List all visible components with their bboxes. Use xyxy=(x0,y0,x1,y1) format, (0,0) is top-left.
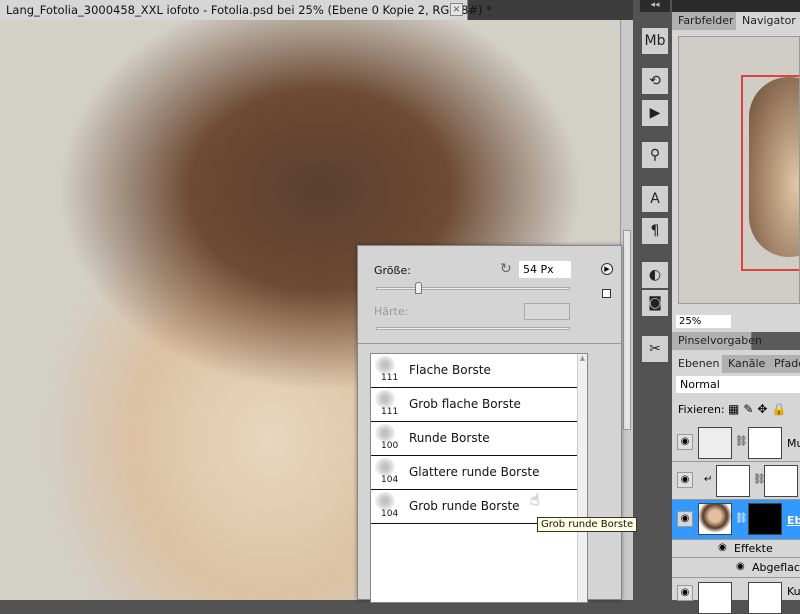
lock-icons[interactable]: ▦✎✥🔒 xyxy=(728,402,790,416)
tab-navigator[interactable]: Navigator xyxy=(736,12,800,30)
brush-list-item[interactable]: 100 Runde Borste xyxy=(371,422,577,456)
effect-item-row[interactable]: ◉ Abgeflacht xyxy=(672,558,800,578)
size-slider-handle[interactable] xyxy=(414,282,422,294)
brush-name: Grob flache Borste xyxy=(409,397,521,411)
hardness-input xyxy=(524,303,570,320)
brush-tip-icon xyxy=(375,390,395,408)
divider xyxy=(358,343,623,344)
document-tab[interactable]: Lang_Fotolia_3000458_XXL iofoto - Fotoli… xyxy=(0,0,492,20)
eye-icon[interactable]: ◉ xyxy=(677,585,693,601)
levels-thumbnail xyxy=(716,465,750,497)
size-slider[interactable] xyxy=(376,287,570,290)
actions-play-icon[interactable]: ▶ xyxy=(642,100,668,126)
brush-tip-icon xyxy=(375,492,395,510)
layer-thumbnail xyxy=(698,503,732,535)
layer-name: Mu xyxy=(787,437,800,450)
brush-list-scrollbar[interactable]: ▲ xyxy=(577,354,587,602)
view-frame[interactable] xyxy=(741,75,799,271)
eye-icon[interactable]: ◉ xyxy=(718,542,727,553)
blend-mode-select[interactable]: Normal xyxy=(676,376,800,393)
masks-icon[interactable]: ◙ xyxy=(642,290,668,316)
brush-presets-tabs: Pinselvorgaben xyxy=(672,332,800,350)
brush-size: 104 xyxy=(381,509,399,519)
brush-presets-icon[interactable]: ⚲ xyxy=(642,142,668,168)
brush-tip-icon xyxy=(375,458,395,476)
hardness-slider xyxy=(376,327,570,330)
eye-icon[interactable]: ◉ xyxy=(677,434,693,450)
panel-top-bar xyxy=(672,0,800,12)
layer-name: Eb xyxy=(787,514,800,527)
brush-list-item[interactable]: 111 Grob flache Borste xyxy=(371,388,577,422)
link-icon[interactable]: ⛓ xyxy=(735,513,748,524)
effects-row[interactable]: ◉ Effekte xyxy=(672,540,800,558)
collapse-icon[interactable]: ◂◂ xyxy=(640,0,670,12)
brush-size: 111 xyxy=(381,373,399,383)
hand-cursor-icon: ☝ xyxy=(530,490,540,509)
brush-size: 104 xyxy=(381,475,399,485)
layer-row[interactable]: ◉ ⛓ Mu xyxy=(672,424,800,462)
eye-icon[interactable]: ◉ xyxy=(736,561,745,572)
eye-icon[interactable]: ◉ xyxy=(677,511,693,527)
tooltip: Grob runde Borste xyxy=(537,517,638,532)
tab-ebenen[interactable]: Ebenen xyxy=(672,355,727,373)
history-icon[interactable]: ⟲ xyxy=(642,68,668,94)
brush-list-item[interactable]: 111 Flache Borste xyxy=(371,354,577,388)
brush-size: 111 xyxy=(381,407,399,417)
lock-label: Fixieren: xyxy=(678,403,725,416)
layer-thumbnail xyxy=(698,427,732,459)
tab-pinselvorgaben[interactable]: Pinselvorgaben xyxy=(672,332,762,350)
navigator-preview[interactable] xyxy=(678,36,800,304)
mini-bridge-icon[interactable]: Mb xyxy=(642,28,668,54)
curves-thumbnail xyxy=(698,582,732,614)
brush-name: Flache Borste xyxy=(409,363,491,377)
zoom-field[interactable]: 25% xyxy=(676,315,731,328)
effects-label: Effekte xyxy=(734,542,773,555)
close-icon[interactable]: × xyxy=(450,3,463,16)
navigator-tabs: Farbfelder Navigator xyxy=(672,12,800,30)
eye-icon[interactable]: ◉ xyxy=(677,472,693,488)
effect-name: Abgeflacht xyxy=(752,561,800,574)
brush-preset-picker: Größe: ↻ 54 Px ▶ Härte: 111 Flache Borste… xyxy=(357,245,623,603)
size-label: Größe: xyxy=(374,264,411,277)
menu-arrow-icon[interactable]: ▶ xyxy=(601,263,613,275)
new-preset-icon[interactable] xyxy=(602,289,611,298)
mask-thumbnail xyxy=(764,465,798,497)
brush-tip-icon xyxy=(375,356,395,374)
layer-row[interactable]: ◉ Ku xyxy=(672,580,800,614)
mask-thumbnail xyxy=(748,582,782,614)
brush-name: Grob runde Borste xyxy=(409,499,520,513)
brush-list-item[interactable]: 104 Glattere runde Borste xyxy=(371,456,577,490)
adjustments-icon[interactable]: ◐ xyxy=(642,262,668,288)
brush-name: Glattere runde Borste xyxy=(409,465,540,479)
mask-thumbnail xyxy=(748,427,782,459)
brush-tip-icon xyxy=(375,424,395,442)
brush-size: 100 xyxy=(381,441,399,451)
document-title: Lang_Fotolia_3000458_XXL iofoto - Fotoli… xyxy=(6,3,492,17)
brush-name: Runde Borste xyxy=(409,431,490,445)
clip-arrow-icon: ↵ xyxy=(704,474,713,485)
mask-thumbnail xyxy=(748,503,782,535)
tab-kanaele[interactable]: Kanäle xyxy=(722,355,773,373)
scrollbar-thumb[interactable] xyxy=(623,230,631,430)
layer-row[interactable]: ◉ ↵ ⛓ xyxy=(672,462,800,500)
size-input[interactable]: 54 Px xyxy=(519,261,571,278)
paragraph-icon[interactable]: ¶ xyxy=(642,218,668,244)
hardness-label: Härte: xyxy=(374,305,409,318)
right-panel: Farbfelder Navigator 25% Pinselvorgaben … xyxy=(672,0,800,614)
tab-pfade[interactable]: Pfade xyxy=(768,355,800,373)
layers-tabs: Ebenen Kanäle Pfade xyxy=(672,355,800,373)
tab-farbfelder[interactable]: Farbfelder xyxy=(672,12,741,30)
layer-row-selected[interactable]: ◉ ⛓ Eb xyxy=(672,500,800,540)
layer-name: Ku xyxy=(787,585,800,598)
panel-icon-strip: ◂◂ Mb ⟲ ▶ ⚲ A ¶ ◐ ◙ ✂ xyxy=(640,0,670,600)
link-icon[interactable]: ⛓ xyxy=(735,436,748,447)
tools-icon[interactable]: ✂ xyxy=(642,336,668,362)
reset-icon[interactable]: ↻ xyxy=(500,261,512,277)
character-icon[interactable]: A xyxy=(642,186,668,212)
brush-list[interactable]: 111 Flache Borste 111 Grob flache Borste 100… xyxy=(370,353,588,603)
